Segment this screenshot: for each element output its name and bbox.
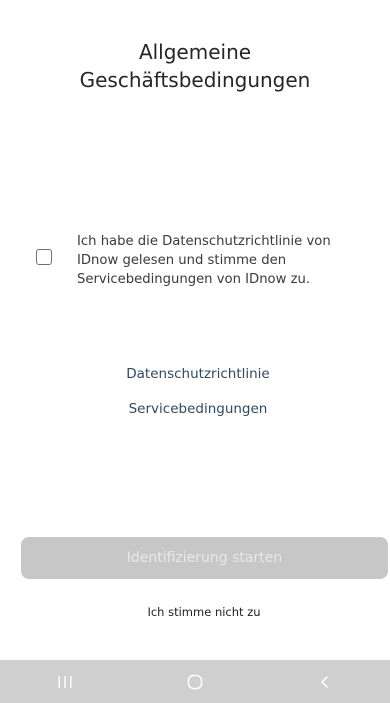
system-navigation-bar bbox=[0, 660, 390, 703]
terms-screen: Allgemeine Geschäftsbedingungen Ich habe… bbox=[0, 0, 390, 703]
privacy-policy-link[interactable]: Datenschutzrichtlinie bbox=[0, 366, 390, 382]
back-button[interactable] bbox=[295, 660, 355, 703]
page-title: Allgemeine Geschäftsbedingungen bbox=[0, 38, 390, 94]
decline-link[interactable]: Ich stimme nicht zu bbox=[0, 605, 390, 619]
terms-of-service-link[interactable]: Servicebedingungen bbox=[0, 401, 390, 417]
consent-checkbox[interactable] bbox=[36, 249, 52, 265]
consent-row: Ich habe die Datenschutzrichtlinie von I… bbox=[36, 232, 376, 289]
page-title-line-1: Allgemeine bbox=[138, 40, 252, 64]
start-identification-button[interactable]: Identifizierung starten bbox=[21, 537, 388, 579]
recent-apps-icon bbox=[57, 675, 73, 689]
consent-text: Ich habe die Datenschutzrichtlinie von I… bbox=[77, 234, 331, 287]
home-button[interactable] bbox=[165, 660, 225, 703]
back-icon bbox=[319, 674, 331, 690]
page-title-line-2: Geschäftsbedingungen bbox=[79, 68, 311, 92]
home-icon bbox=[186, 673, 204, 691]
recent-apps-button[interactable] bbox=[35, 660, 95, 703]
